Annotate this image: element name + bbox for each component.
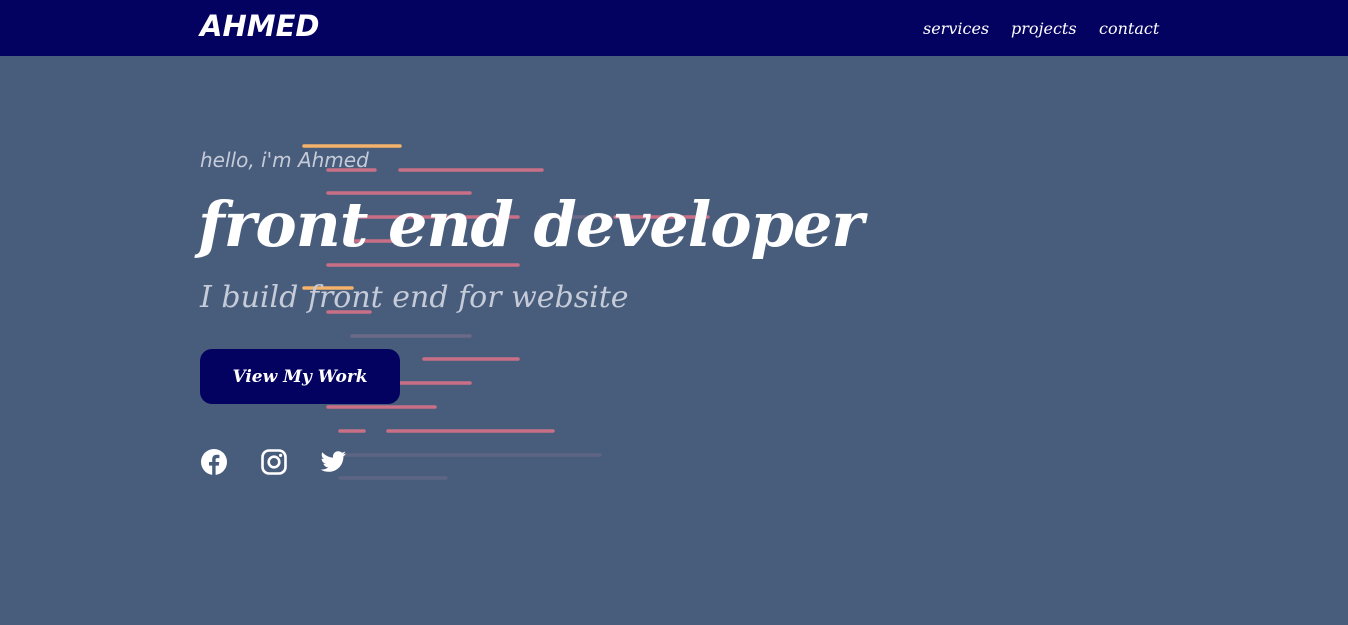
view-my-work-button[interactable]: View My Work <box>200 349 400 404</box>
facebook-icon[interactable] <box>200 448 228 476</box>
hero-section: hello, i'm Ahmed front end developer I b… <box>0 0 1348 625</box>
hero-subtitle: I build front end for website <box>200 280 629 315</box>
hero-title: front end developer <box>198 188 864 261</box>
instagram-icon[interactable] <box>260 448 288 476</box>
twitter-icon[interactable] <box>319 448 347 476</box>
hero-greeting: hello, i'm Ahmed <box>200 148 369 172</box>
